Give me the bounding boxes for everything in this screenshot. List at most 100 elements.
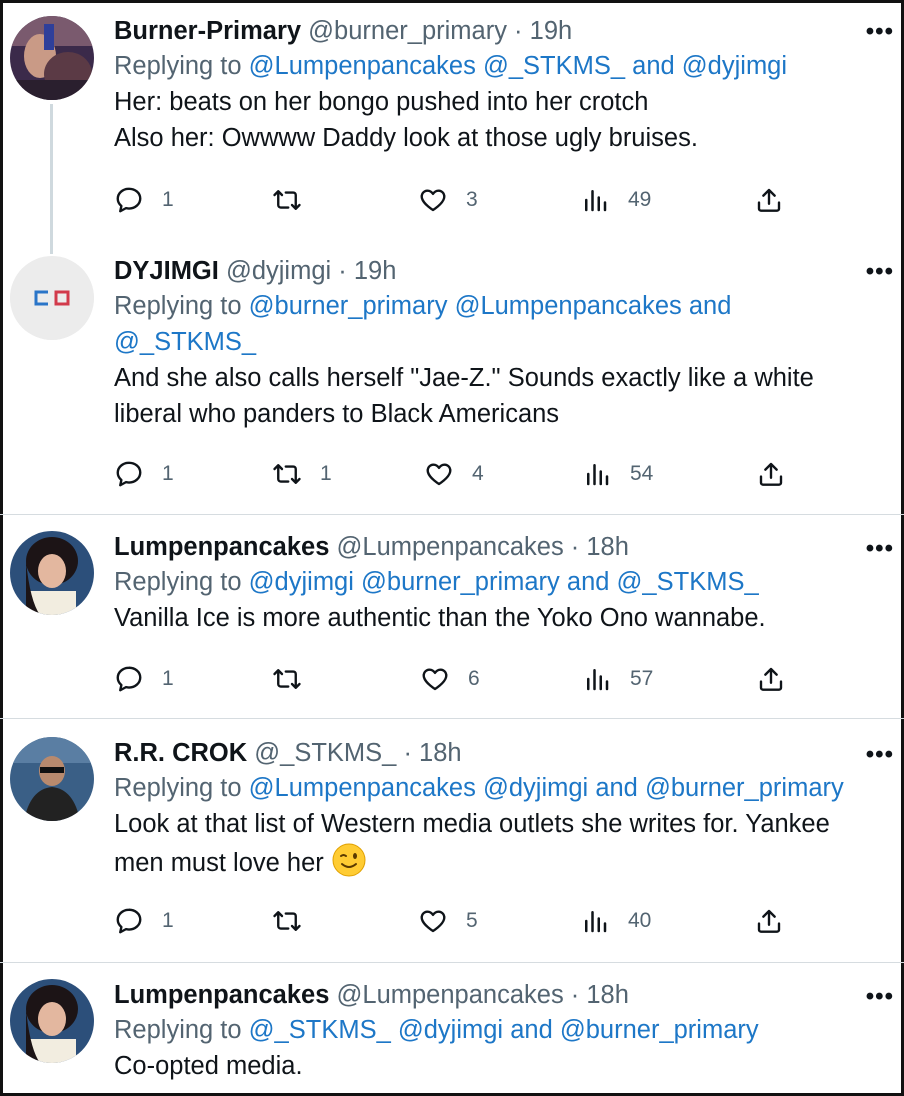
- like-button[interactable]: 5: [418, 903, 478, 939]
- share-icon: [759, 667, 783, 691]
- timestamp[interactable]: 18h: [586, 981, 629, 1009]
- like-button[interactable]: 6: [420, 661, 480, 697]
- avatar[interactable]: [10, 16, 94, 100]
- timestamp[interactable]: 19h: [530, 17, 573, 45]
- retweet-button[interactable]: [272, 182, 320, 218]
- tweet-header: DYJIMGI @dyjimgi · 19h: [114, 254, 888, 288]
- views-icon: [587, 669, 609, 691]
- replying-to: Replying to @dyjimgi @burner_primary and…: [114, 564, 888, 600]
- mention[interactable]: @_STKMS_: [617, 568, 759, 596]
- tweet-text: Vanilla Ice is more authentic than the Y…: [114, 600, 888, 636]
- like-count: 3: [466, 188, 478, 211]
- replying-to: Replying to @Lumpenpancakes @dyjimgi and…: [114, 770, 888, 806]
- avatar[interactable]: [10, 531, 94, 615]
- mention[interactable]: @dyjimgi: [398, 1016, 503, 1044]
- mention-and: and: [632, 52, 675, 80]
- tweet-text: Co-opted media.: [114, 1048, 888, 1084]
- display-name[interactable]: Lumpenpancakes: [114, 981, 329, 1009]
- retweet-icon: [273, 911, 301, 931]
- replying-to: Replying to @_STKMS_ @dyjimgi and @burne…: [114, 1012, 888, 1048]
- reply-icon: [116, 908, 142, 934]
- wink-emoji-icon: [332, 843, 366, 877]
- avatar[interactable]: [10, 737, 94, 821]
- mention[interactable]: @dyjimgi: [682, 52, 787, 80]
- mention[interactable]: @_STKMS_: [249, 1016, 391, 1044]
- reply-count: 1: [162, 667, 174, 690]
- separator: ·: [396, 739, 420, 767]
- display-name[interactable]: Burner-Primary: [114, 17, 301, 45]
- like-count: 4: [472, 462, 484, 485]
- mention[interactable]: @_STKMS_: [483, 52, 625, 80]
- user-handle[interactable]: @Lumpenpancakes: [337, 981, 564, 1009]
- thread-line: [50, 104, 53, 254]
- user-handle[interactable]: @Lumpenpancakes: [337, 533, 564, 561]
- tweet-text-line: men must love her: [114, 849, 324, 877]
- views-button[interactable]: 49: [580, 182, 651, 218]
- tweet-3[interactable]: ••• Lumpenpancakes @Lumpenpancakes · 18h…: [0, 514, 904, 714]
- reply-button[interactable]: 1: [114, 456, 174, 492]
- mention[interactable]: @burner_primary: [645, 774, 844, 802]
- mention[interactable]: @burner_primary: [560, 1016, 759, 1044]
- mention-and: and: [595, 774, 638, 802]
- tweet-header: Lumpenpancakes @Lumpenpancakes · 18h: [114, 530, 888, 564]
- replying-prefix: Replying to: [114, 568, 249, 596]
- mention[interactable]: @burner_primary: [361, 568, 560, 596]
- reply-button[interactable]: 1: [114, 661, 174, 697]
- user-handle[interactable]: @_STKMS_: [254, 739, 396, 767]
- mention[interactable]: @_STKMS_: [114, 328, 256, 356]
- tweet-text-line-with-emoji: men must love her: [114, 842, 888, 881]
- reply-button[interactable]: 1: [114, 903, 174, 939]
- like-button[interactable]: 4: [424, 456, 484, 492]
- mention-and: and: [566, 568, 610, 596]
- like-count: 6: [468, 667, 480, 690]
- reply-button[interactable]: 1: [114, 182, 174, 218]
- display-name[interactable]: DYJIMGI: [114, 257, 219, 285]
- tweet-4[interactable]: ••• R.R. CROK @_STKMS_ · 18h Replying to…: [0, 718, 904, 956]
- action-bar: 1 6 57: [114, 661, 794, 697]
- user-handle[interactable]: @dyjimgi: [226, 257, 331, 285]
- mention[interactable]: @Lumpenpancakes: [249, 52, 476, 80]
- tweet-5[interactable]: ••• Lumpenpancakes @Lumpenpancakes · 18h…: [0, 962, 904, 1092]
- mention[interactable]: @Lumpenpancakes: [249, 774, 476, 802]
- mention[interactable]: @Lumpenpancakes: [455, 292, 682, 320]
- mention[interactable]: @dyjimgi: [249, 568, 354, 596]
- avatar[interactable]: [10, 256, 94, 340]
- tweet-2[interactable]: ••• DYJIMGI @dyjimgi · 19h Replying to @…: [0, 252, 904, 506]
- share-button[interactable]: [756, 456, 786, 492]
- tweet-text-line: Look at that list of Western media outle…: [114, 810, 830, 838]
- tweet-text-line: Vanilla Ice is more authentic than the Y…: [114, 604, 766, 632]
- mention[interactable]: @burner_primary: [249, 292, 448, 320]
- reply-count: 1: [162, 909, 174, 932]
- retweet-button[interactable]: 1: [272, 456, 332, 492]
- share-icon: [757, 909, 781, 933]
- timestamp[interactable]: 18h: [419, 739, 462, 767]
- display-name[interactable]: Lumpenpancakes: [114, 533, 329, 561]
- share-button[interactable]: [754, 903, 784, 939]
- share-button[interactable]: [756, 661, 786, 697]
- like-icon: [420, 189, 446, 212]
- separator: ·: [563, 981, 587, 1009]
- replying-to: Replying to @burner_primary @Lumpenpanca…: [114, 288, 888, 360]
- tweet-1[interactable]: ••• Burner-Primary @burner_primary · 19h…: [0, 12, 904, 254]
- like-button[interactable]: 3: [418, 182, 478, 218]
- views-button[interactable]: 57: [582, 661, 653, 697]
- retweet-icon: [273, 190, 301, 210]
- views-button[interactable]: 40: [580, 903, 651, 939]
- timestamp[interactable]: 19h: [354, 257, 397, 285]
- avatar[interactable]: [10, 979, 94, 1063]
- share-icon: [757, 188, 781, 212]
- separator: ·: [331, 257, 354, 285]
- reply-icon: [116, 187, 142, 213]
- share-button[interactable]: [754, 182, 784, 218]
- mention[interactable]: @dyjimgi: [483, 774, 588, 802]
- tweet-text: Her: beats on her bongo pushed into her …: [114, 84, 888, 156]
- timestamp[interactable]: 18h: [586, 533, 629, 561]
- retweet-button[interactable]: [272, 661, 320, 697]
- reply-count: 1: [162, 188, 174, 211]
- retweet-button[interactable]: [272, 903, 320, 939]
- share-icon: [759, 462, 783, 486]
- display-name[interactable]: R.R. CROK: [114, 739, 247, 767]
- user-handle[interactable]: @burner_primary: [308, 17, 507, 45]
- views-button[interactable]: 54: [582, 456, 653, 492]
- like-count: 5: [466, 909, 478, 932]
